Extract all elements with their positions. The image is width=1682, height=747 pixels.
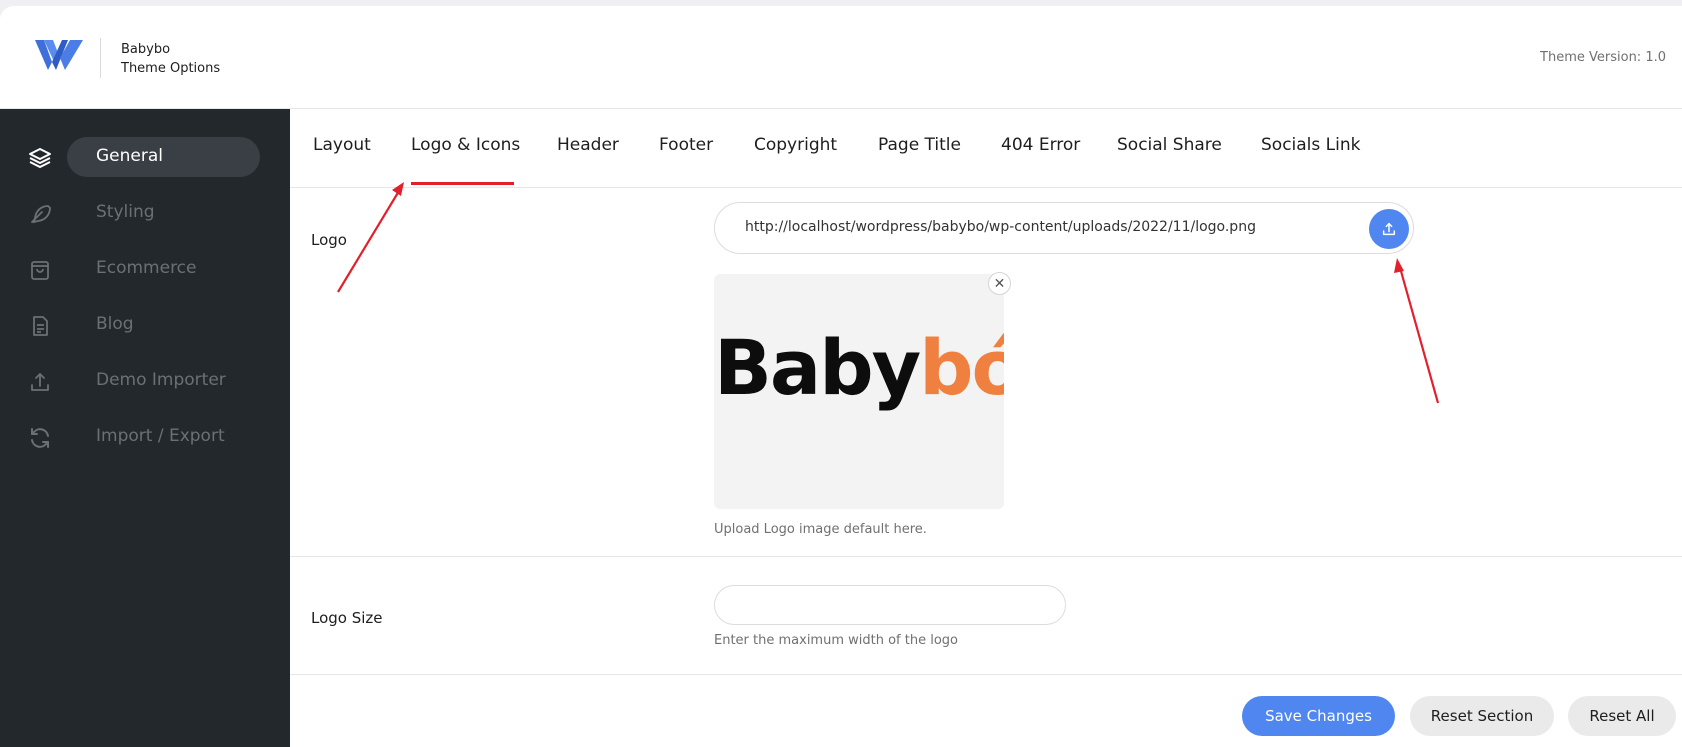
theme-options-page: Babybo Theme Options Theme Version: 1.0 … (0, 6, 1682, 747)
top-bar: Babybo Theme Options Theme Version: 1.0 (0, 6, 1682, 109)
tab-footer[interactable]: Footer (659, 135, 713, 155)
tab-logo-icons[interactable]: Logo & Icons (411, 135, 520, 155)
sidebar-item-label: Styling (96, 202, 155, 222)
sidebar-item-import-export[interactable]: Import / Export (0, 416, 290, 458)
brand-subtitle: Theme Options (121, 61, 221, 76)
sidebar-item-ecommerce[interactable]: Ecommerce (0, 248, 290, 290)
sidebar-item-label: Demo Importer (96, 370, 226, 390)
sidebar-item-styling[interactable]: Styling (0, 192, 290, 234)
active-tab-indicator (411, 182, 514, 185)
brand-name: Babybo (121, 42, 171, 57)
shopping-bag-icon (28, 258, 52, 282)
sidebar-item-label: Blog (96, 314, 134, 334)
sidebar-item-demo-importer[interactable]: Demo Importer (0, 360, 290, 402)
refresh-icon (28, 426, 52, 450)
document-icon (28, 314, 52, 338)
logo-help-text: Upload Logo image default here. (714, 522, 927, 537)
tab-404-error[interactable]: 404 Error (1001, 135, 1080, 155)
logo-preview: Babybó (714, 274, 1004, 509)
logo-url-value: http://localhost/wordpress/babybo/wp-con… (745, 219, 1256, 235)
upload-icon (28, 370, 52, 394)
feather-icon (28, 202, 52, 226)
sidebar-item-blog[interactable]: Blog (0, 304, 290, 346)
sidebar-item-label: Import / Export (96, 426, 225, 446)
logo-size-label: Logo Size (311, 609, 383, 627)
sidebar: General Styling Ecommerce Blog Demo Impo… (0, 109, 290, 747)
save-changes-button[interactable]: Save Changes (1242, 696, 1395, 736)
tab-bar: Layout Logo & Icons Header Footer Copyri… (290, 109, 1682, 188)
logo-preview-image: Babybó (714, 323, 1004, 412)
reset-section-button[interactable]: Reset Section (1410, 696, 1554, 736)
sidebar-item-general[interactable]: General (0, 136, 290, 178)
reset-all-button[interactable]: Reset All (1568, 696, 1676, 736)
remove-logo-button[interactable]: ✕ (988, 272, 1011, 295)
logo-preview-dark-text: Baby (714, 323, 921, 412)
brand-divider (100, 38, 101, 78)
tab-page-title[interactable]: Page Title (878, 135, 961, 155)
tab-layout[interactable]: Layout (313, 135, 371, 155)
layers-icon (28, 146, 52, 170)
logo-size-input[interactable] (714, 585, 1066, 625)
upload-button[interactable] (1369, 209, 1409, 249)
brand-logo-icon (35, 40, 83, 70)
logo-label: Logo (311, 231, 347, 249)
window-frame: Babybo Theme Options Theme Version: 1.0 … (0, 0, 1682, 747)
tab-copyright[interactable]: Copyright (754, 135, 837, 155)
theme-version: Theme Version: 1.0 (1540, 50, 1666, 65)
logo-size-help-text: Enter the maximum width of the logo (714, 633, 958, 648)
sidebar-item-label: Ecommerce (96, 258, 197, 278)
sidebar-item-label: General (96, 146, 163, 166)
tab-header[interactable]: Header (557, 135, 619, 155)
close-icon: ✕ (993, 275, 1006, 292)
upload-icon (1382, 222, 1396, 236)
tab-social-share[interactable]: Social Share (1117, 135, 1222, 155)
logo-preview-orange-text: bó (919, 323, 1004, 412)
tab-socials-link[interactable]: Socials Link (1261, 135, 1360, 155)
